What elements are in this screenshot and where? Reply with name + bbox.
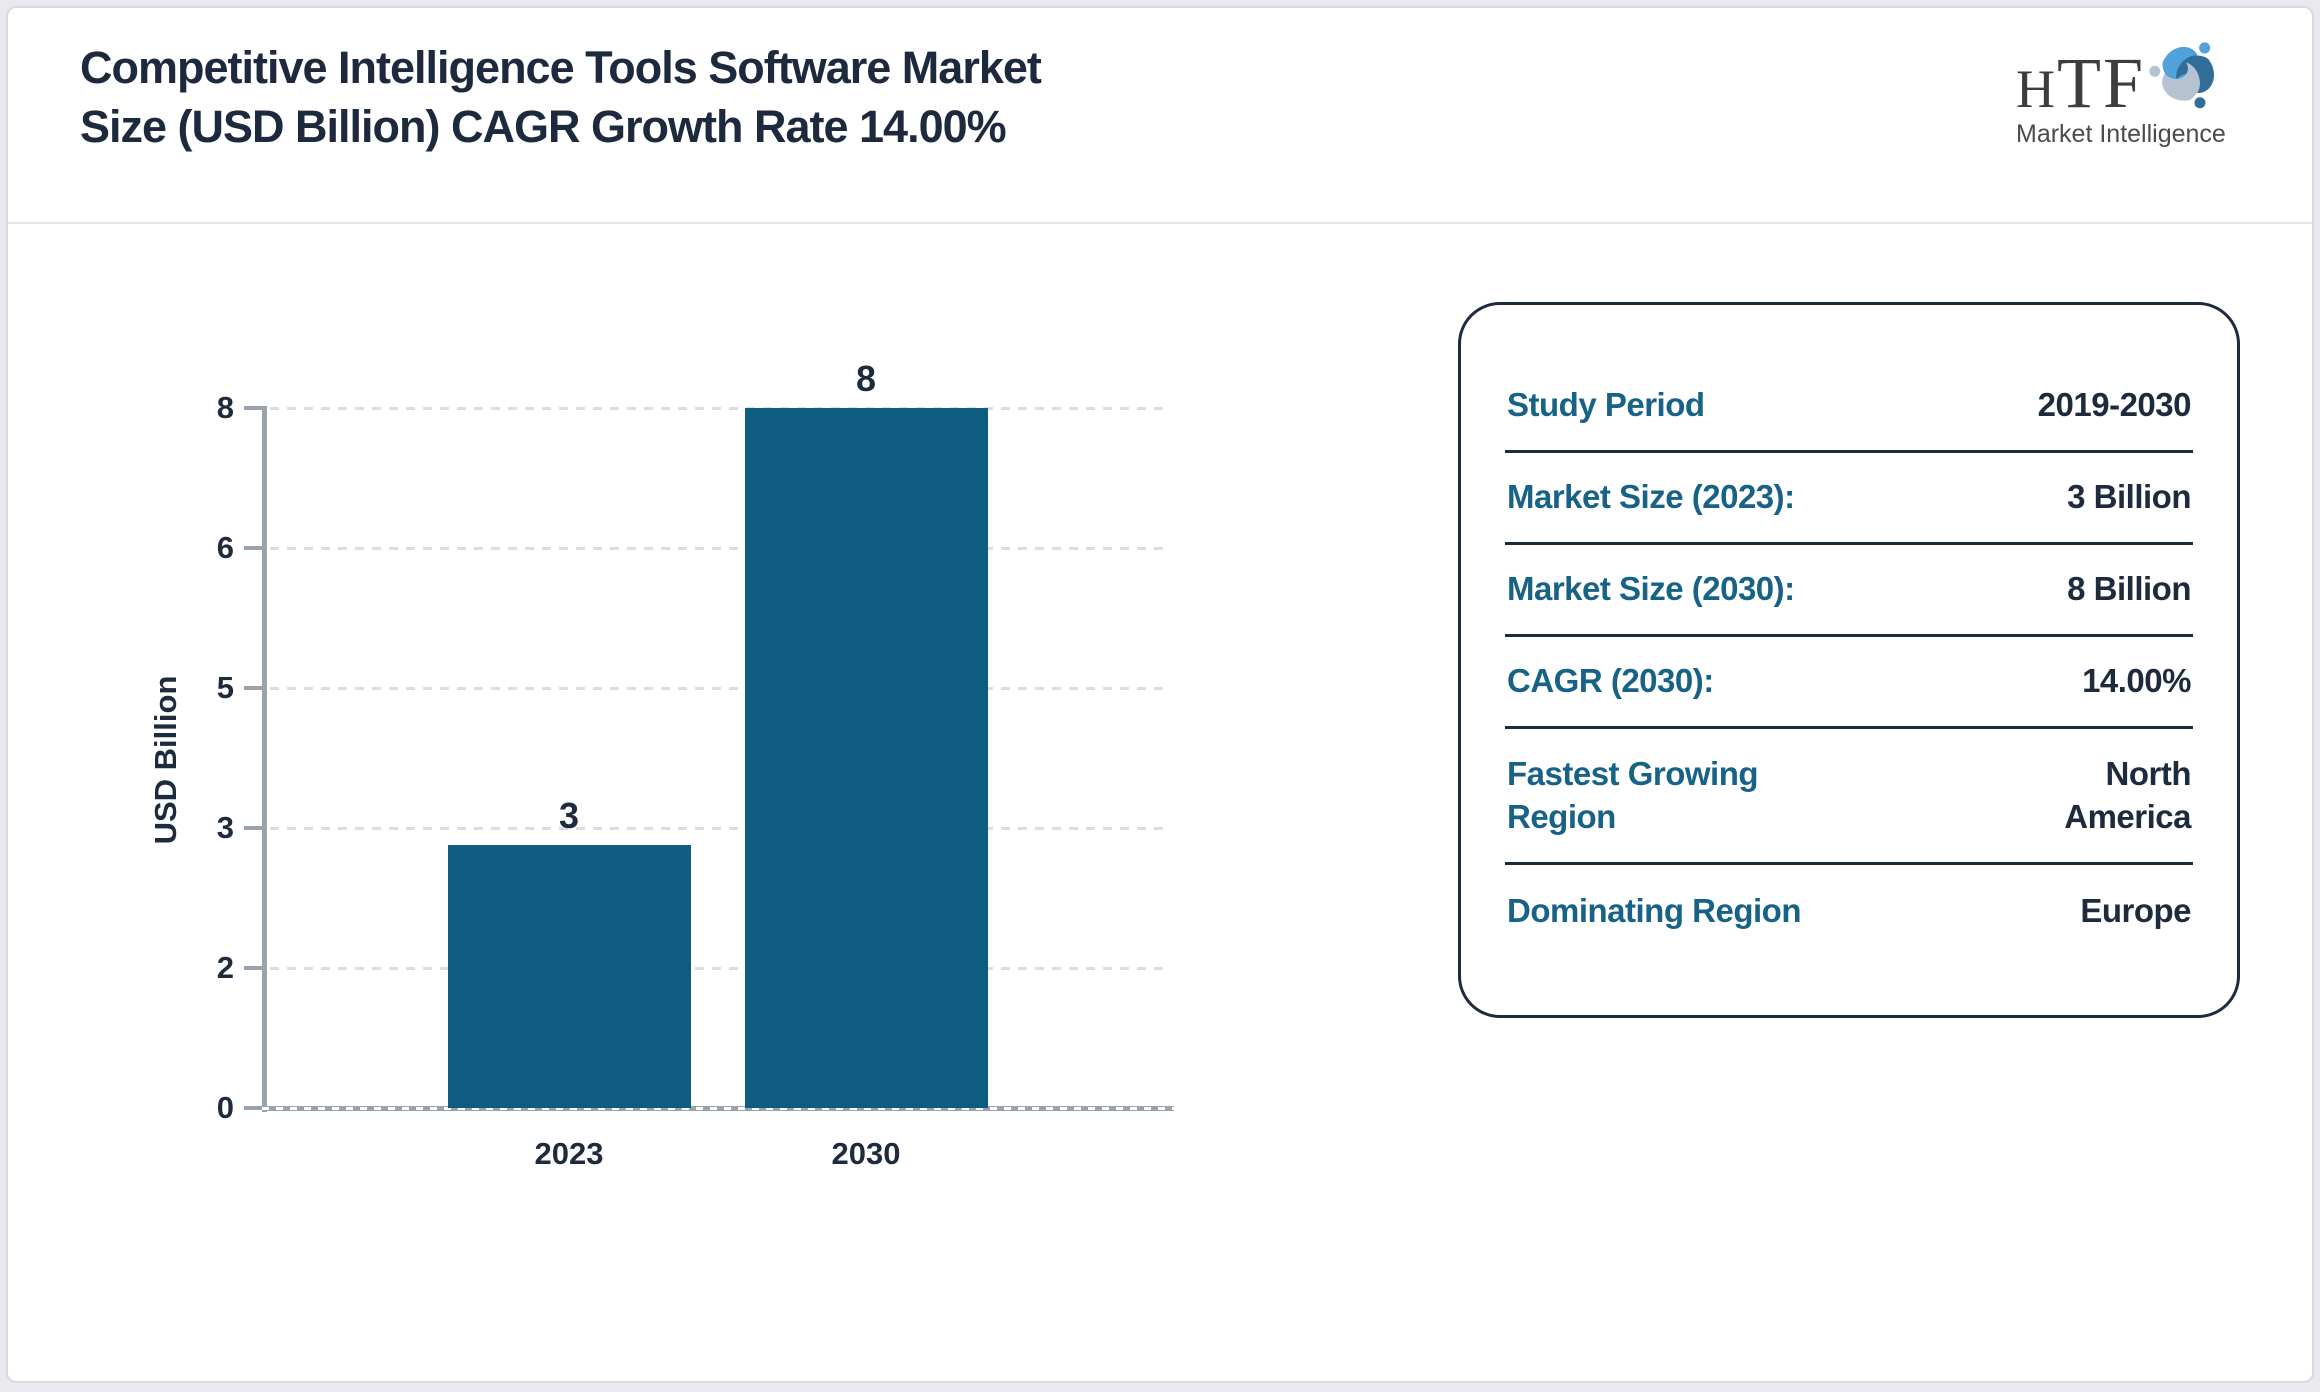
bar-value-label: 3 bbox=[558, 794, 580, 836]
summary-value: North America bbox=[2064, 755, 2191, 835]
y-tick-label: 8 bbox=[216, 390, 234, 425]
y-tick bbox=[244, 1106, 262, 1110]
bar-2023 bbox=[447, 844, 691, 1108]
summary-card: Study Period 2019-2030 Market Size (2023… bbox=[1458, 302, 2240, 1018]
bar-value-label: 8 bbox=[855, 358, 877, 399]
y-tick bbox=[244, 546, 262, 550]
summary-value: 14.00% bbox=[2082, 662, 2191, 700]
summary-row-fastest-growing-region: Fastest Growing Region North America bbox=[1505, 729, 2193, 865]
gridline bbox=[270, 967, 1170, 970]
gridline bbox=[270, 407, 1170, 410]
gridline bbox=[270, 687, 1170, 690]
summary-value: 8 Billion bbox=[2067, 570, 2191, 608]
y-tick-label: 3 bbox=[216, 810, 234, 845]
summary-value: Europe bbox=[2080, 891, 2191, 929]
y-tick bbox=[244, 826, 262, 830]
y-tick bbox=[244, 966, 262, 970]
x-category-label: 2030 bbox=[831, 1136, 901, 1171]
page-card: Competitive Intelligence Tools Software … bbox=[6, 6, 2314, 1383]
summary-row-market-size-2030: Market Size (2030): 8 Billion bbox=[1505, 545, 2193, 637]
summary-label: CAGR (2030): bbox=[1507, 662, 1714, 700]
x-category-label: 2023 bbox=[534, 1136, 604, 1171]
gridline bbox=[270, 827, 1170, 830]
y-axis-line bbox=[262, 406, 267, 1112]
summary-label: Market Size (2030): bbox=[1507, 570, 1795, 608]
y-tick bbox=[244, 406, 262, 410]
x-axis-zero-gridline bbox=[262, 1107, 1174, 1110]
summary-label: Market Size (2023): bbox=[1507, 478, 1795, 516]
y-tick-label: 0 bbox=[216, 1090, 234, 1125]
summary-row-study-period: Study Period 2019-2030 bbox=[1505, 361, 2193, 453]
summary-value: 2019-2030 bbox=[2037, 386, 2192, 424]
y-tick bbox=[244, 686, 262, 690]
y-tick-label: 6 bbox=[216, 530, 234, 565]
summary-row-cagr: CAGR (2030): 14.00% bbox=[1505, 637, 2193, 729]
summary-value: 3 Billion bbox=[2067, 478, 2191, 516]
summary-label: Study Period bbox=[1507, 386, 1705, 424]
gridline bbox=[270, 547, 1170, 550]
summary-row-dominating-region: Dominating Region Europe bbox=[1505, 865, 2193, 957]
y-tick-label: 2 bbox=[216, 950, 234, 985]
y-tick-label: 5 bbox=[216, 670, 234, 705]
summary-row-market-size-2023: Market Size (2023): 3 Billion bbox=[1505, 453, 2193, 545]
summary-label: Dominating Region bbox=[1507, 891, 1801, 929]
summary-label: Fastest Growing Region bbox=[1507, 755, 1759, 835]
bar-2030 bbox=[744, 408, 988, 1108]
